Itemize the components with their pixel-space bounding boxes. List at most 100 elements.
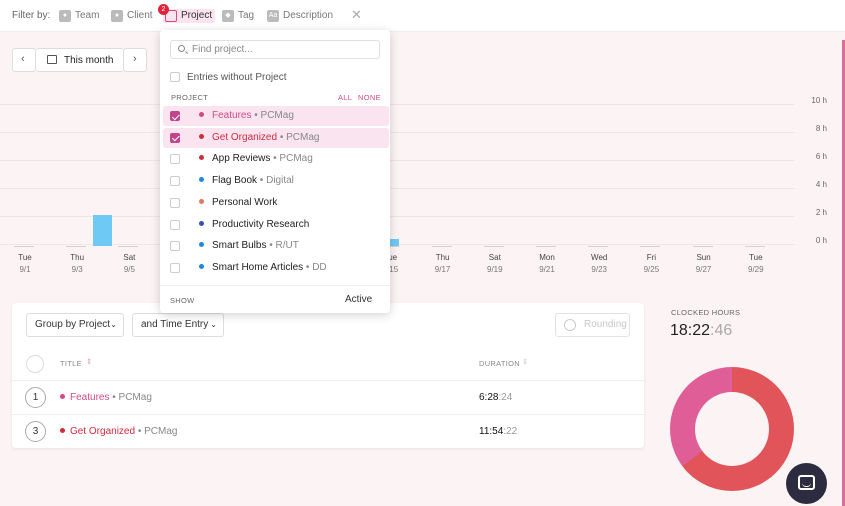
day-baseline <box>118 246 139 247</box>
project-option[interactable]: App Reviews • PCMag <box>163 149 389 169</box>
checkbox[interactable] <box>170 197 180 208</box>
project-option[interactable]: Smart Home Articles • DD <box>163 258 389 278</box>
project-option[interactable]: Personal Work <box>163 193 389 213</box>
report-panel: Group by Project ⌄ and Time Entry ⌄ Roun… <box>12 303 644 448</box>
y-tick-label: 8 h <box>815 124 827 133</box>
y-tick-label: 2 h <box>815 208 827 217</box>
show-filter[interactable]: SHOW Active <box>160 285 390 313</box>
next-period-button[interactable]: › <box>123 48 147 72</box>
search-icon <box>178 45 185 52</box>
project-section-label: PROJECT <box>171 93 209 102</box>
project-filter-dropdown: Find project... Entries without Project … <box>160 30 390 313</box>
chevron-left-icon: ‹ <box>21 53 25 65</box>
prev-period-button[interactable]: ‹ <box>12 48 36 72</box>
donut-hole <box>695 392 769 466</box>
filter-project[interactable]: 2 Project <box>158 4 215 23</box>
day-baseline <box>640 246 661 247</box>
checkbox[interactable] <box>170 262 180 273</box>
x-tick-label: Sun 9/27 <box>695 253 712 274</box>
project-color-dot <box>199 198 204 204</box>
x-tick-label: Thu 9/17 <box>434 253 451 274</box>
duration-value: 11:54:22 <box>479 426 518 437</box>
day-baseline <box>431 246 452 247</box>
day-baseline <box>692 246 713 247</box>
filter-client[interactable]: ● Client <box>111 9 156 23</box>
description-icon: Aa <box>267 10 279 22</box>
group-by-select[interactable]: Group by Project ⌄ <box>26 313 124 337</box>
x-tick-label: Tue 9/1 <box>18 253 32 274</box>
project-option[interactable]: Get Organized • PCMag <box>163 127 389 148</box>
entries-without-project-option[interactable]: Entries without Project <box>160 70 390 84</box>
x-tick-label: Fri 9/25 <box>643 253 660 274</box>
client-icon: ● <box>111 10 123 22</box>
select-none-link[interactable]: NONE <box>358 93 381 102</box>
group-count[interactable]: 3 <box>25 421 46 442</box>
group-count[interactable]: 1 <box>25 387 46 408</box>
sort-icon[interactable]: ⇕ <box>86 357 93 366</box>
sort-icon[interactable]: ⇕ <box>522 357 529 366</box>
x-tick-label: Tue 9/29 <box>748 253 764 274</box>
rounding-button[interactable]: Rounding <box>555 313 630 337</box>
filter-by-label: Filter by: <box>12 10 51 21</box>
checkbox[interactable] <box>170 241 180 252</box>
checkbox[interactable] <box>170 72 180 82</box>
gridline <box>0 216 795 217</box>
checkbox[interactable] <box>170 219 180 230</box>
select-all-link[interactable]: ALL <box>338 93 352 102</box>
chart-bar[interactable] <box>93 215 113 246</box>
clear-filters-close-icon[interactable]: ✕ <box>351 7 362 23</box>
project-color-dot <box>199 155 204 161</box>
y-tick-label: 0 h <box>815 236 827 245</box>
gridline <box>0 104 795 105</box>
checkbox[interactable] <box>170 111 180 121</box>
x-tick-label: Mon 9/21 <box>539 253 555 274</box>
tag-icon: ◆ <box>222 10 234 22</box>
rounding-icon <box>564 319 576 331</box>
project-color-dot <box>199 242 204 248</box>
gridline <box>0 188 795 189</box>
table-row[interactable]: 1 Features • PCMag 6:28:24 <box>12 380 644 414</box>
project-color-dot <box>199 133 204 139</box>
show-label: SHOW <box>170 296 195 305</box>
project-option[interactable]: Smart Bulbs • R/UT <box>163 236 389 256</box>
clocked-hours-label: CLOCKED HOURS <box>671 308 741 317</box>
y-tick-label: 10 h <box>811 96 827 105</box>
y-tick-label: 6 h <box>815 152 827 161</box>
day-baseline <box>483 246 504 247</box>
project-option[interactable]: Productivity Research <box>163 215 389 235</box>
gridline <box>0 160 795 161</box>
chevron-down-icon: ⌄ <box>110 320 117 329</box>
calendar-icon <box>47 55 57 64</box>
y-tick-label: 4 h <box>815 180 827 189</box>
day-baseline <box>14 246 34 247</box>
filter-team[interactable]: ● Team <box>59 9 104 23</box>
chat-button[interactable] <box>786 463 827 504</box>
x-tick-label: Sat 9/19 <box>487 253 503 274</box>
clocked-hours-total: 18:22:46 <box>670 322 733 339</box>
filter-bar: Filter by: ● Team ● Client 2 Project ◆ T… <box>0 0 845 32</box>
table-row[interactable]: 3 Get Organized • PCMag 11:54:22 <box>12 414 644 448</box>
and-by-select[interactable]: and Time Entry ⌄ <box>132 313 224 337</box>
checkbox[interactable] <box>170 132 180 143</box>
project-color-dot <box>60 428 65 433</box>
filter-description[interactable]: Aa Description <box>267 9 335 23</box>
project-filter-count-badge: 2 <box>158 4 169 15</box>
checkbox[interactable] <box>170 154 180 165</box>
project-color-dot <box>199 112 204 117</box>
date-range-button[interactable]: This month <box>36 48 124 72</box>
project-search-input[interactable]: Find project... <box>170 40 380 59</box>
x-tick-label: Sat 9/5 <box>123 253 136 274</box>
chevron-down-icon: ⌄ <box>210 320 217 329</box>
project-option[interactable]: Features • PCMag <box>163 106 389 126</box>
filter-tag[interactable]: ◆ Tag <box>222 9 260 23</box>
expand-all-toggle[interactable] <box>26 355 44 373</box>
project-option[interactable]: Flag Book • Digital <box>163 171 389 191</box>
gridline <box>0 132 795 133</box>
date-range-label: This month <box>64 55 114 66</box>
project-color-dot <box>60 394 65 399</box>
title-column-header[interactable]: TITLE <box>60 359 82 368</box>
checkbox[interactable] <box>170 176 180 187</box>
duration-column-header[interactable]: DURATION <box>479 359 520 368</box>
x-tick-label: Wed 9/23 <box>591 253 608 274</box>
project-color-dot <box>199 263 204 269</box>
